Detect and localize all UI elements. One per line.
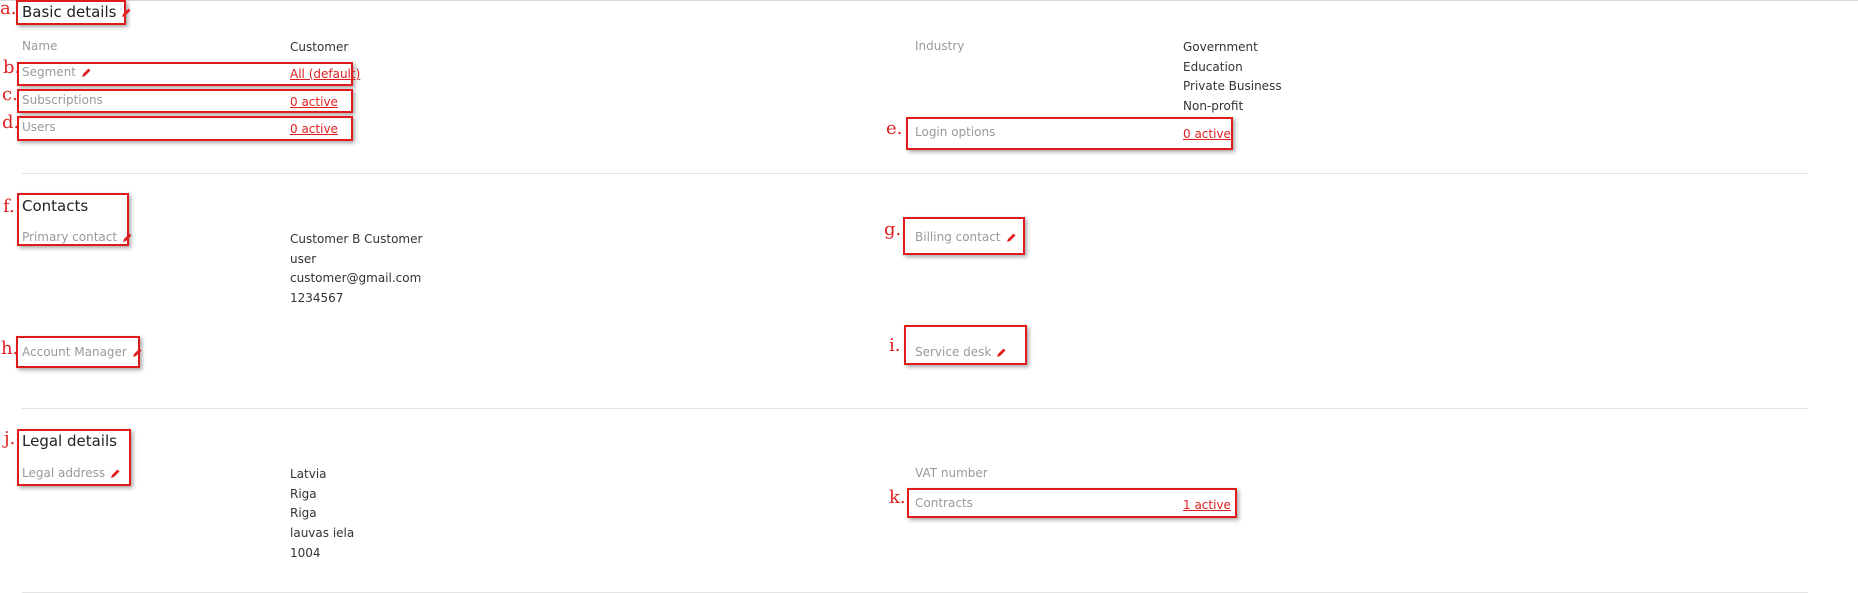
service-desk-label: Service desk bbox=[915, 345, 1007, 359]
section-divider bbox=[22, 173, 1808, 174]
contacts-title: Contacts bbox=[22, 197, 89, 215]
account-manager-label: Account Manager bbox=[22, 345, 143, 359]
primary-contact-label: Primary contact bbox=[22, 230, 133, 244]
subscriptions-label: Subscriptions bbox=[22, 93, 103, 107]
vat-number-label: VAT number bbox=[915, 466, 988, 480]
pencil-icon[interactable] bbox=[80, 67, 92, 79]
marker-j: j. bbox=[4, 428, 16, 449]
marker-i: i. bbox=[889, 335, 901, 356]
industry-list: Government Education Private Business No… bbox=[1183, 38, 1282, 117]
account-manager-label-text: Account Manager bbox=[22, 345, 127, 359]
billing-contact-label: Billing contact bbox=[915, 230, 1017, 244]
subscriptions-link[interactable]: 0 active bbox=[290, 95, 338, 109]
service-desk-label-text: Service desk bbox=[915, 345, 992, 359]
industry-item: Government bbox=[1183, 40, 1258, 54]
basic-details-title-text: Basic details bbox=[22, 3, 117, 21]
marker-f: f. bbox=[3, 196, 15, 217]
pencil-icon[interactable] bbox=[109, 468, 121, 480]
primary-contact-label-text: Primary contact bbox=[22, 230, 118, 244]
legal-address-label: Legal address bbox=[22, 466, 121, 480]
basic-details-title: Basic details bbox=[22, 3, 132, 21]
industry-item: Private Business bbox=[1183, 79, 1282, 94]
industry-item: Education bbox=[1183, 59, 1243, 74]
segment-label-text: Segment bbox=[22, 65, 76, 79]
primary-contact-name: Customer B Customer bbox=[290, 232, 423, 246]
marker-g: g. bbox=[884, 219, 902, 240]
pencil-icon[interactable] bbox=[121, 232, 133, 244]
address-region: Riga bbox=[290, 486, 317, 501]
address-street: lauvas iela bbox=[290, 526, 355, 541]
users-label: Users bbox=[22, 120, 56, 134]
primary-contact-details: Customer B Customer user customer@gmail.… bbox=[290, 230, 422, 309]
login-options-link[interactable]: 0 active bbox=[1183, 127, 1231, 141]
login-options-label: Login options bbox=[915, 125, 996, 139]
billing-contact-label-text: Billing contact bbox=[915, 230, 1001, 244]
address-city: Riga bbox=[290, 506, 317, 521]
marker-c: c. bbox=[2, 84, 18, 105]
segment-label: Segment bbox=[22, 65, 92, 79]
pencil-icon[interactable] bbox=[131, 347, 143, 359]
section-divider bbox=[22, 408, 1808, 409]
pencil-icon[interactable] bbox=[995, 347, 1007, 359]
top-border bbox=[0, 0, 1858, 1]
legal-address-details: Latvia Riga Riga lauvas iela 1004 bbox=[290, 465, 354, 564]
industry-item: Non-profit bbox=[1183, 99, 1244, 114]
address-postal-code: 1004 bbox=[290, 545, 321, 560]
address-country: Latvia bbox=[290, 467, 327, 481]
primary-contact-email: customer@gmail.com bbox=[290, 271, 422, 286]
marker-k: k. bbox=[889, 487, 906, 508]
contracts-link[interactable]: 1 active bbox=[1183, 498, 1231, 512]
contracts-label: Contracts bbox=[915, 496, 973, 510]
name-value: Customer bbox=[290, 40, 349, 54]
industry-label: Industry bbox=[915, 39, 965, 53]
marker-a: a. bbox=[0, 0, 17, 19]
pencil-icon[interactable] bbox=[1005, 232, 1017, 244]
legal-address-label-text: Legal address bbox=[22, 466, 106, 480]
pencil-icon[interactable] bbox=[120, 7, 132, 19]
primary-contact-phone: 1234567 bbox=[290, 291, 344, 306]
marker-e: e. bbox=[886, 118, 903, 139]
name-label: Name bbox=[22, 39, 58, 53]
segment-link[interactable]: All (default) bbox=[290, 67, 360, 81]
legal-details-title: Legal details bbox=[22, 432, 117, 450]
users-link[interactable]: 0 active bbox=[290, 122, 338, 136]
primary-contact-role: user bbox=[290, 251, 317, 266]
